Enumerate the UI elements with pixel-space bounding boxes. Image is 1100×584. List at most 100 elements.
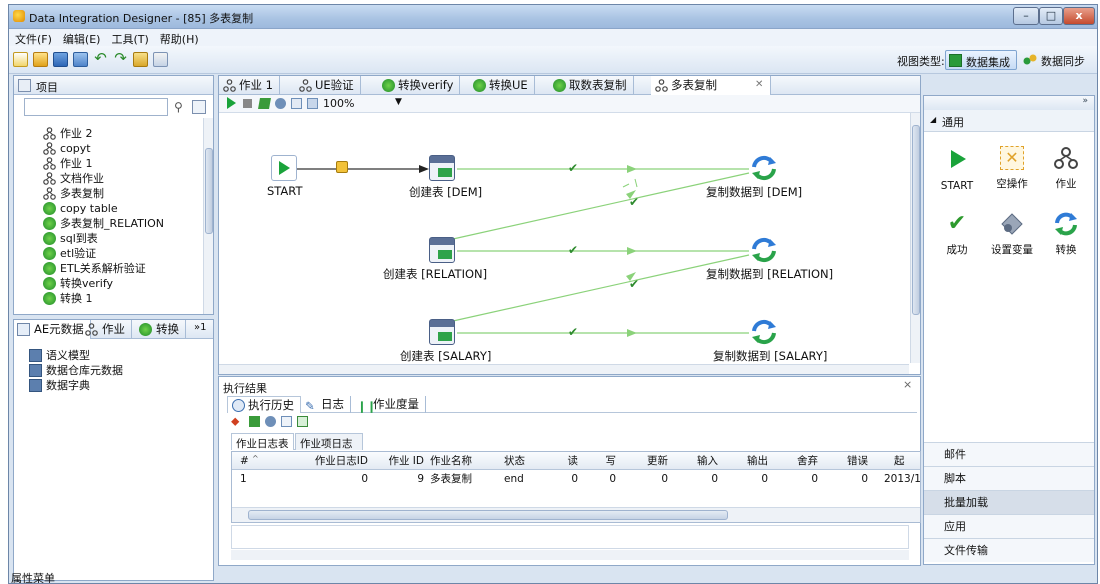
tab-exec-history[interactable]: 执行历史 <box>227 396 301 413</box>
preview-icon[interactable] <box>291 98 302 109</box>
export-log-icon[interactable] <box>281 416 292 427</box>
tree-item-job-1[interactable]: 作业 1 <box>43 156 93 171</box>
run-icon[interactable] <box>227 97 236 109</box>
zoom-level[interactable]: 100% <box>323 97 354 110</box>
col-input[interactable]: 输入 <box>688 452 718 470</box>
tree-item-doc-job[interactable]: 文档作业 <box>43 171 104 186</box>
fit-icon[interactable] <box>307 98 318 109</box>
col-update[interactable]: 更新 <box>638 452 668 470</box>
save-as-icon[interactable] <box>73 52 88 67</box>
palette-set-variable[interactable]: 设置变量 <box>987 212 1037 257</box>
canvas-scroll-thumb[interactable] <box>912 125 920 315</box>
tree-item-semantic-model[interactable]: 语义模型 <box>29 348 90 363</box>
open-folder-icon[interactable] <box>33 52 48 67</box>
col-read[interactable]: 读 <box>554 452 579 470</box>
palette-section-script[interactable]: 脚本 <box>924 466 1094 490</box>
view-option-sync[interactable]: 数据同步 <box>1041 53 1085 69</box>
view-data-integration-button[interactable]: 数据集成 <box>945 50 1017 70</box>
tab-job-metrics[interactable]: ❙❙ 作业度量 <box>353 396 426 413</box>
table-row[interactable]: 1 0 9 多表复制 end 0 0 0 0 0 0 0 2013/1: <box>232 470 920 488</box>
tab-jobs[interactable]: 作业 <box>82 320 132 339</box>
close-tab-icon[interactable]: ✕ <box>755 76 763 94</box>
palette-start[interactable]: START <box>932 146 982 192</box>
tree-item-copyt[interactable]: copyt <box>43 141 91 156</box>
col-discard[interactable]: 舍弃 <box>788 452 818 470</box>
palette-section-file-transfer[interactable]: 文件传输 <box>924 538 1094 562</box>
transform-node[interactable] <box>751 319 777 345</box>
tree-item-dw-metadata[interactable]: 数据仓库元数据 <box>29 363 123 378</box>
project-scrollbar[interactable] <box>203 118 213 314</box>
tree-item-copy-table[interactable]: copy table <box>43 201 118 216</box>
close-button[interactable]: x <box>1063 7 1095 25</box>
debug-icon[interactable] <box>275 98 286 109</box>
subtab-job-item-log[interactable]: 作业项日志表 <box>295 433 363 465</box>
minimize-button[interactable]: – <box>1013 7 1039 25</box>
run-step-icon[interactable] <box>258 98 271 109</box>
col-output[interactable]: 输出 <box>738 452 768 470</box>
tab-multi-table-copy[interactable]: 多表复制 ✕ <box>651 76 771 95</box>
collapse-all-icon[interactable] <box>192 100 206 114</box>
tab-transforms[interactable]: 转换 <box>136 320 186 339</box>
palette-collapse-icon[interactable]: » <box>924 96 1094 110</box>
col-job-name[interactable]: 作业名称 <box>430 452 472 470</box>
palette-section-mail[interactable]: 邮件 <box>924 442 1094 466</box>
zoom-dropdown-icon[interactable]: ▼ <box>395 97 402 107</box>
tab-job-1[interactable]: 作业 1 <box>219 76 280 95</box>
col-index[interactable]: # <box>240 452 249 470</box>
tab-fetch-table-copy[interactable]: 取数表复制 <box>549 76 634 95</box>
project-search-input[interactable] <box>24 98 168 116</box>
menu-help[interactable]: 帮助(H) <box>154 29 204 47</box>
tree-item-etl-relation[interactable]: ETL关系解析验证 <box>43 261 146 276</box>
palette-transform[interactable]: 转换 <box>1041 212 1091 257</box>
tab-log[interactable]: ✎ 日志 <box>301 396 351 413</box>
tab-transform-verify[interactable]: 转换verify <box>378 76 461 95</box>
sql-node[interactable] <box>429 319 455 345</box>
tab-ue-verify[interactable]: UE验证 <box>295 76 361 95</box>
palette-section-general[interactable]: ◢ 通用 <box>924 110 1094 132</box>
save-icon[interactable] <box>53 52 68 67</box>
col-job-id[interactable]: 作业 ID <box>378 452 424 470</box>
tree-item-sql-to-table[interactable]: sql到表 <box>43 231 98 246</box>
project-scroll-thumb[interactable] <box>205 148 213 234</box>
undo-icon[interactable]: ↶ <box>93 51 108 67</box>
col-job-log-id[interactable]: 作业日志ID <box>292 452 368 470</box>
palette-dummy[interactable]: ✕ 空操作 <box>987 146 1037 191</box>
tree-item-transform-verify[interactable]: 转换verify <box>43 276 113 291</box>
job-canvas[interactable]: ✔ ✔ ✔ ✔ ✔ START 创建表 [DEM] 复制数据到 [DEM] 创建… <box>219 113 909 367</box>
palette-section-application[interactable]: 应用 <box>924 514 1094 538</box>
refresh-icon[interactable]: ⬥ <box>231 415 244 428</box>
col-error[interactable]: 错误 <box>838 452 868 470</box>
results-close-icon[interactable]: ⨯ <box>903 378 912 391</box>
menu-tools[interactable]: 工具(T) <box>105 29 153 47</box>
tree-item-multi-copy-relation[interactable]: 多表复制_RELATION <box>43 216 164 231</box>
start-node[interactable] <box>271 155 297 181</box>
transform-node[interactable] <box>751 237 777 263</box>
log-text-area[interactable] <box>231 525 909 549</box>
excel-icon[interactable] <box>297 416 308 427</box>
tab-transform-ue[interactable]: 转换UE <box>469 76 535 95</box>
tree-item-job-2[interactable]: 作业 2 <box>43 126 93 141</box>
sql-node[interactable] <box>429 155 455 181</box>
tree-item-transform-1[interactable]: 转换 1 <box>43 291 93 306</box>
maximize-button[interactable]: □ <box>1039 7 1063 25</box>
new-icon[interactable] <box>13 52 28 67</box>
search-icon[interactable]: ⚲ <box>174 100 188 114</box>
palette-success[interactable]: ✔ 成功 <box>932 212 982 257</box>
tree-item-data-dictionary[interactable]: 数据字典 <box>29 378 90 393</box>
palette-job[interactable]: 作业 <box>1041 146 1091 191</box>
table-scrollbar-horizontal[interactable] <box>232 507 920 522</box>
col-start[interactable]: 起 <box>894 452 905 470</box>
replay-icon[interactable] <box>249 416 260 427</box>
import-icon[interactable] <box>133 52 148 67</box>
sql-node[interactable] <box>429 237 455 263</box>
tab-ae-metadata[interactable]: AE元数据 <box>14 320 91 339</box>
subtab-job-log[interactable]: 作业日志表 <box>231 433 294 450</box>
menu-edit[interactable]: 编辑(E) <box>57 29 106 47</box>
canvas-scrollbar-horizontal[interactable] <box>219 364 909 374</box>
tab-overflow[interactable]: »1 <box>194 322 206 333</box>
palette-section-bulk-load[interactable]: 批量加载 <box>924 490 1094 514</box>
canvas-scrollbar-vertical[interactable] <box>910 113 920 363</box>
redo-icon[interactable]: ↷ <box>113 51 128 67</box>
export-icon[interactable] <box>153 52 168 67</box>
stop-icon[interactable] <box>243 99 252 108</box>
